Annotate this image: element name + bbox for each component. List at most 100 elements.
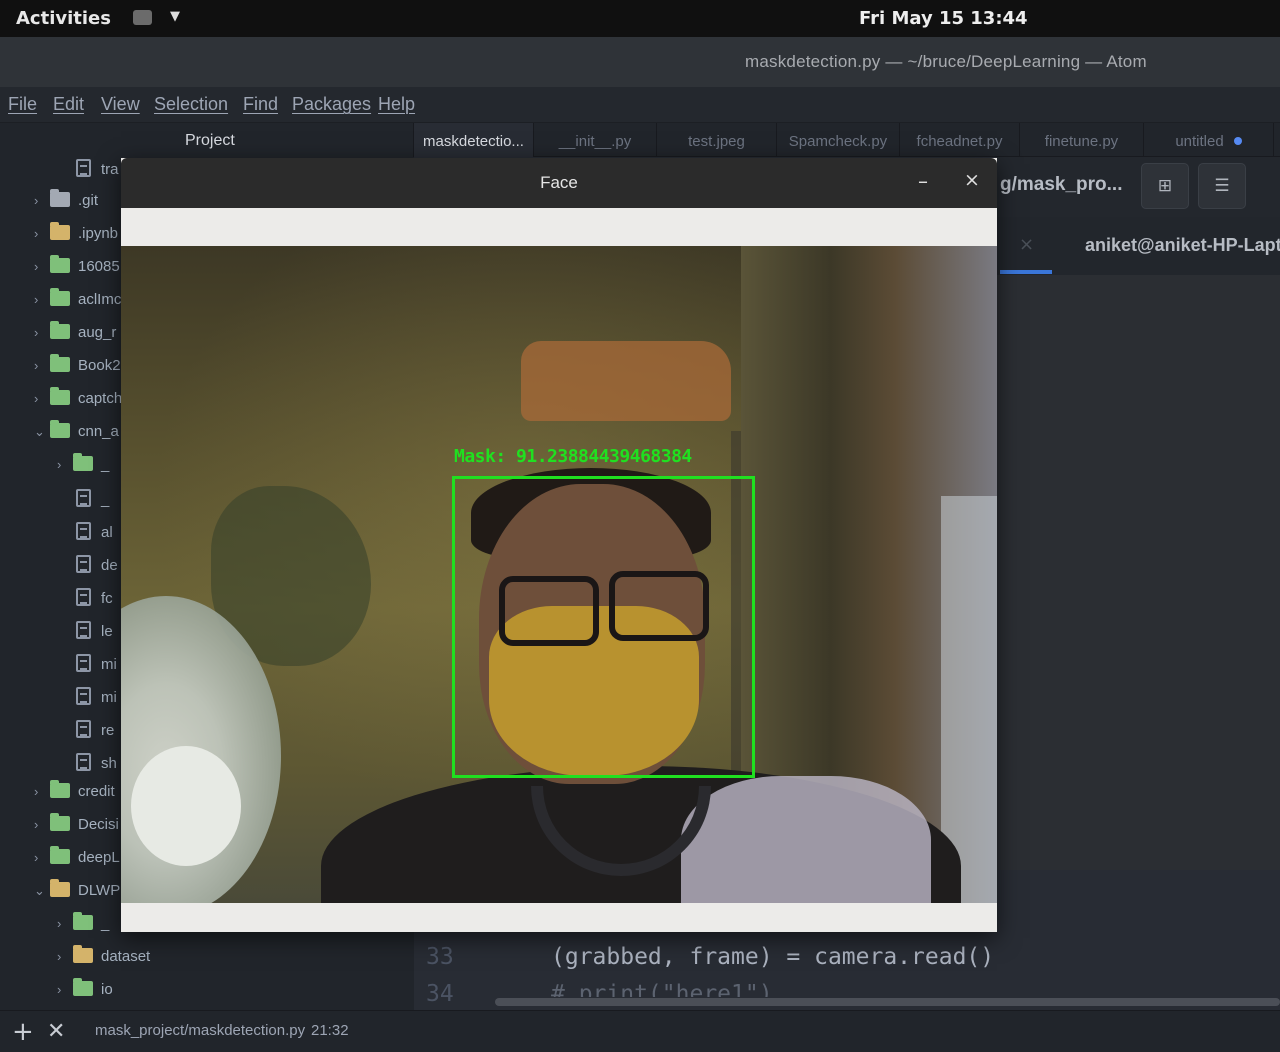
window-title: maskdetection.py — ~/bruce/DeepLearning … xyxy=(745,52,1147,71)
tab-finetune[interactable]: finetune.py xyxy=(1020,123,1144,157)
tree-item[interactable]: › credit xyxy=(34,780,115,807)
tree-item[interactable]: re xyxy=(76,720,114,744)
chevron-right-icon[interactable]: › xyxy=(34,358,50,373)
face-window: Face – × Mask: 91.23884439468384 xyxy=(121,158,997,932)
tree-item[interactable]: ⌄ cnn_a xyxy=(34,420,119,447)
chevron-right-icon[interactable]: › xyxy=(34,259,50,274)
tree-item[interactable]: sh xyxy=(76,753,117,777)
tree-item-label: Decisi xyxy=(78,816,119,833)
tree-item[interactable]: › _ xyxy=(57,912,110,939)
menu-bar: File Edit View Selection Find Packages H… xyxy=(0,87,1280,123)
chevron-right-icon[interactable]: › xyxy=(57,916,73,931)
dropdown-arrow-icon[interactable]: ▼ xyxy=(170,9,180,24)
tree-item[interactable]: › .git xyxy=(34,189,98,216)
tree-item[interactable]: de xyxy=(76,555,118,579)
tree-item[interactable]: al xyxy=(76,522,113,546)
tree-item[interactable]: › io xyxy=(57,978,113,1005)
face-window-titlebar[interactable]: Face – × xyxy=(121,158,997,208)
folder-icon xyxy=(50,321,70,339)
tab-init[interactable]: __init__.py xyxy=(534,123,657,157)
menu-view[interactable]: View xyxy=(101,94,140,115)
tree-item-label: mi xyxy=(101,656,117,673)
tree-item[interactable]: tra xyxy=(76,159,119,183)
chevron-down-icon[interactable]: ⌄ xyxy=(34,424,50,440)
app-indicator-icon[interactable] xyxy=(133,10,152,25)
cursor-position[interactable]: 21:32 xyxy=(311,1022,349,1039)
tab-maskdetection[interactable]: maskdetectio... xyxy=(414,123,534,157)
chevron-right-icon[interactable]: › xyxy=(34,817,50,832)
tab-untitled[interactable]: untitled xyxy=(1144,123,1274,157)
tree-item[interactable]: › Book2 xyxy=(34,354,121,381)
tree-item-label: sh xyxy=(101,755,117,772)
folder-icon xyxy=(50,189,70,207)
file-icon xyxy=(76,522,91,540)
terminal-tab[interactable]: aniket@aniket-HP-Lapt xyxy=(1085,235,1280,256)
chevron-right-icon[interactable]: › xyxy=(34,292,50,307)
gnome-top-bar: Activities ▼ Fri May 15 13:44 xyxy=(0,0,1280,37)
chevron-right-icon[interactable]: › xyxy=(34,784,50,799)
terminal-body[interactable] xyxy=(997,275,1280,870)
menu-file[interactable]: File xyxy=(8,94,37,115)
chevron-right-icon[interactable]: › xyxy=(57,982,73,997)
tree-item[interactable]: › deepL xyxy=(34,846,120,873)
code-line[interactable]: # print("here1") xyxy=(551,981,773,997)
tree-item-label: _ xyxy=(101,915,110,932)
menu-find[interactable]: Find xyxy=(243,94,278,115)
tree-item-label: _ xyxy=(101,456,110,473)
tree-item[interactable]: ⌄ DLWP xyxy=(34,879,120,906)
tree-item[interactable]: mi xyxy=(76,654,117,678)
menu-help[interactable]: Help xyxy=(378,94,415,115)
tree-item[interactable]: le xyxy=(76,621,113,645)
desktop: Activities ▼ Fri May 15 13:44 maskdetect… xyxy=(0,0,1280,1052)
tree-item-label: tra xyxy=(101,161,119,178)
tab-test-jpeg[interactable]: test.jpeg xyxy=(657,123,777,157)
terminal-menu-icon[interactable]: ☰ xyxy=(1198,163,1246,209)
tree-item-label: aug_r xyxy=(78,324,117,341)
tree-item[interactable]: › aclImc xyxy=(34,288,121,315)
close-tab-icon[interactable]: × xyxy=(1019,234,1034,255)
tree-item[interactable]: › _ xyxy=(57,453,110,480)
close-terminal-icon[interactable]: ✕ xyxy=(47,1019,65,1044)
project-header[interactable]: Project xyxy=(0,123,414,157)
close-icon[interactable]: × xyxy=(964,169,980,191)
horizontal-scrollbar[interactable] xyxy=(495,998,1280,1006)
tree-item[interactable]: › dataset xyxy=(57,945,150,972)
activities-button[interactable]: Activities xyxy=(16,8,111,29)
add-terminal-icon[interactable]: + xyxy=(12,1017,34,1047)
tree-item[interactable]: fc xyxy=(76,588,113,612)
minimize-icon[interactable]: – xyxy=(918,169,928,193)
system-clock[interactable]: Fri May 15 13:44 xyxy=(859,8,1028,29)
tab-label: fcheadnet.py xyxy=(916,133,1003,150)
tab-spamcheck[interactable]: Spamcheck.py xyxy=(777,123,900,157)
project-label: Project xyxy=(185,132,235,149)
tab-fcheadnet[interactable]: fcheadnet.py xyxy=(900,123,1020,157)
folder-icon xyxy=(50,420,70,438)
tree-item[interactable]: › 16085 xyxy=(34,255,120,282)
menu-edit[interactable]: Edit xyxy=(53,94,84,115)
chevron-right-icon[interactable]: › xyxy=(34,325,50,340)
chevron-right-icon[interactable]: › xyxy=(57,949,73,964)
line-number: 33 xyxy=(426,944,454,970)
folder-icon xyxy=(50,354,70,372)
chevron-right-icon[interactable]: › xyxy=(57,457,73,472)
chevron-right-icon[interactable]: › xyxy=(34,850,50,865)
tree-item[interactable]: › .ipynb xyxy=(34,222,118,249)
chevron-right-icon[interactable]: › xyxy=(34,193,50,208)
tree-item[interactable]: mi xyxy=(76,687,117,711)
chevron-down-icon[interactable]: ⌄ xyxy=(34,883,50,899)
tree-item[interactable]: › captch xyxy=(34,387,122,414)
chevron-right-icon[interactable]: › xyxy=(34,391,50,406)
tree-item[interactable]: _ xyxy=(76,489,109,513)
tree-item[interactable]: › Decisi xyxy=(34,813,119,840)
chevron-right-icon[interactable]: › xyxy=(34,226,50,241)
folder-icon xyxy=(50,846,70,864)
webcam-frame: Mask: 91.23884439468384 xyxy=(121,246,997,903)
line-number: 34 xyxy=(426,981,454,1007)
status-bar: + ✕ mask_project/maskdetection.py 21:32 xyxy=(0,1010,1280,1052)
menu-packages[interactable]: Packages xyxy=(292,94,371,115)
menu-selection[interactable]: Selection xyxy=(154,94,228,115)
status-file-path[interactable]: mask_project/maskdetection.py xyxy=(95,1022,305,1039)
split-terminal-icon[interactable]: ⊞ xyxy=(1141,163,1189,209)
code-line[interactable]: (grabbed, frame) = camera.read() xyxy=(551,944,994,970)
tree-item[interactable]: › aug_r xyxy=(34,321,117,348)
